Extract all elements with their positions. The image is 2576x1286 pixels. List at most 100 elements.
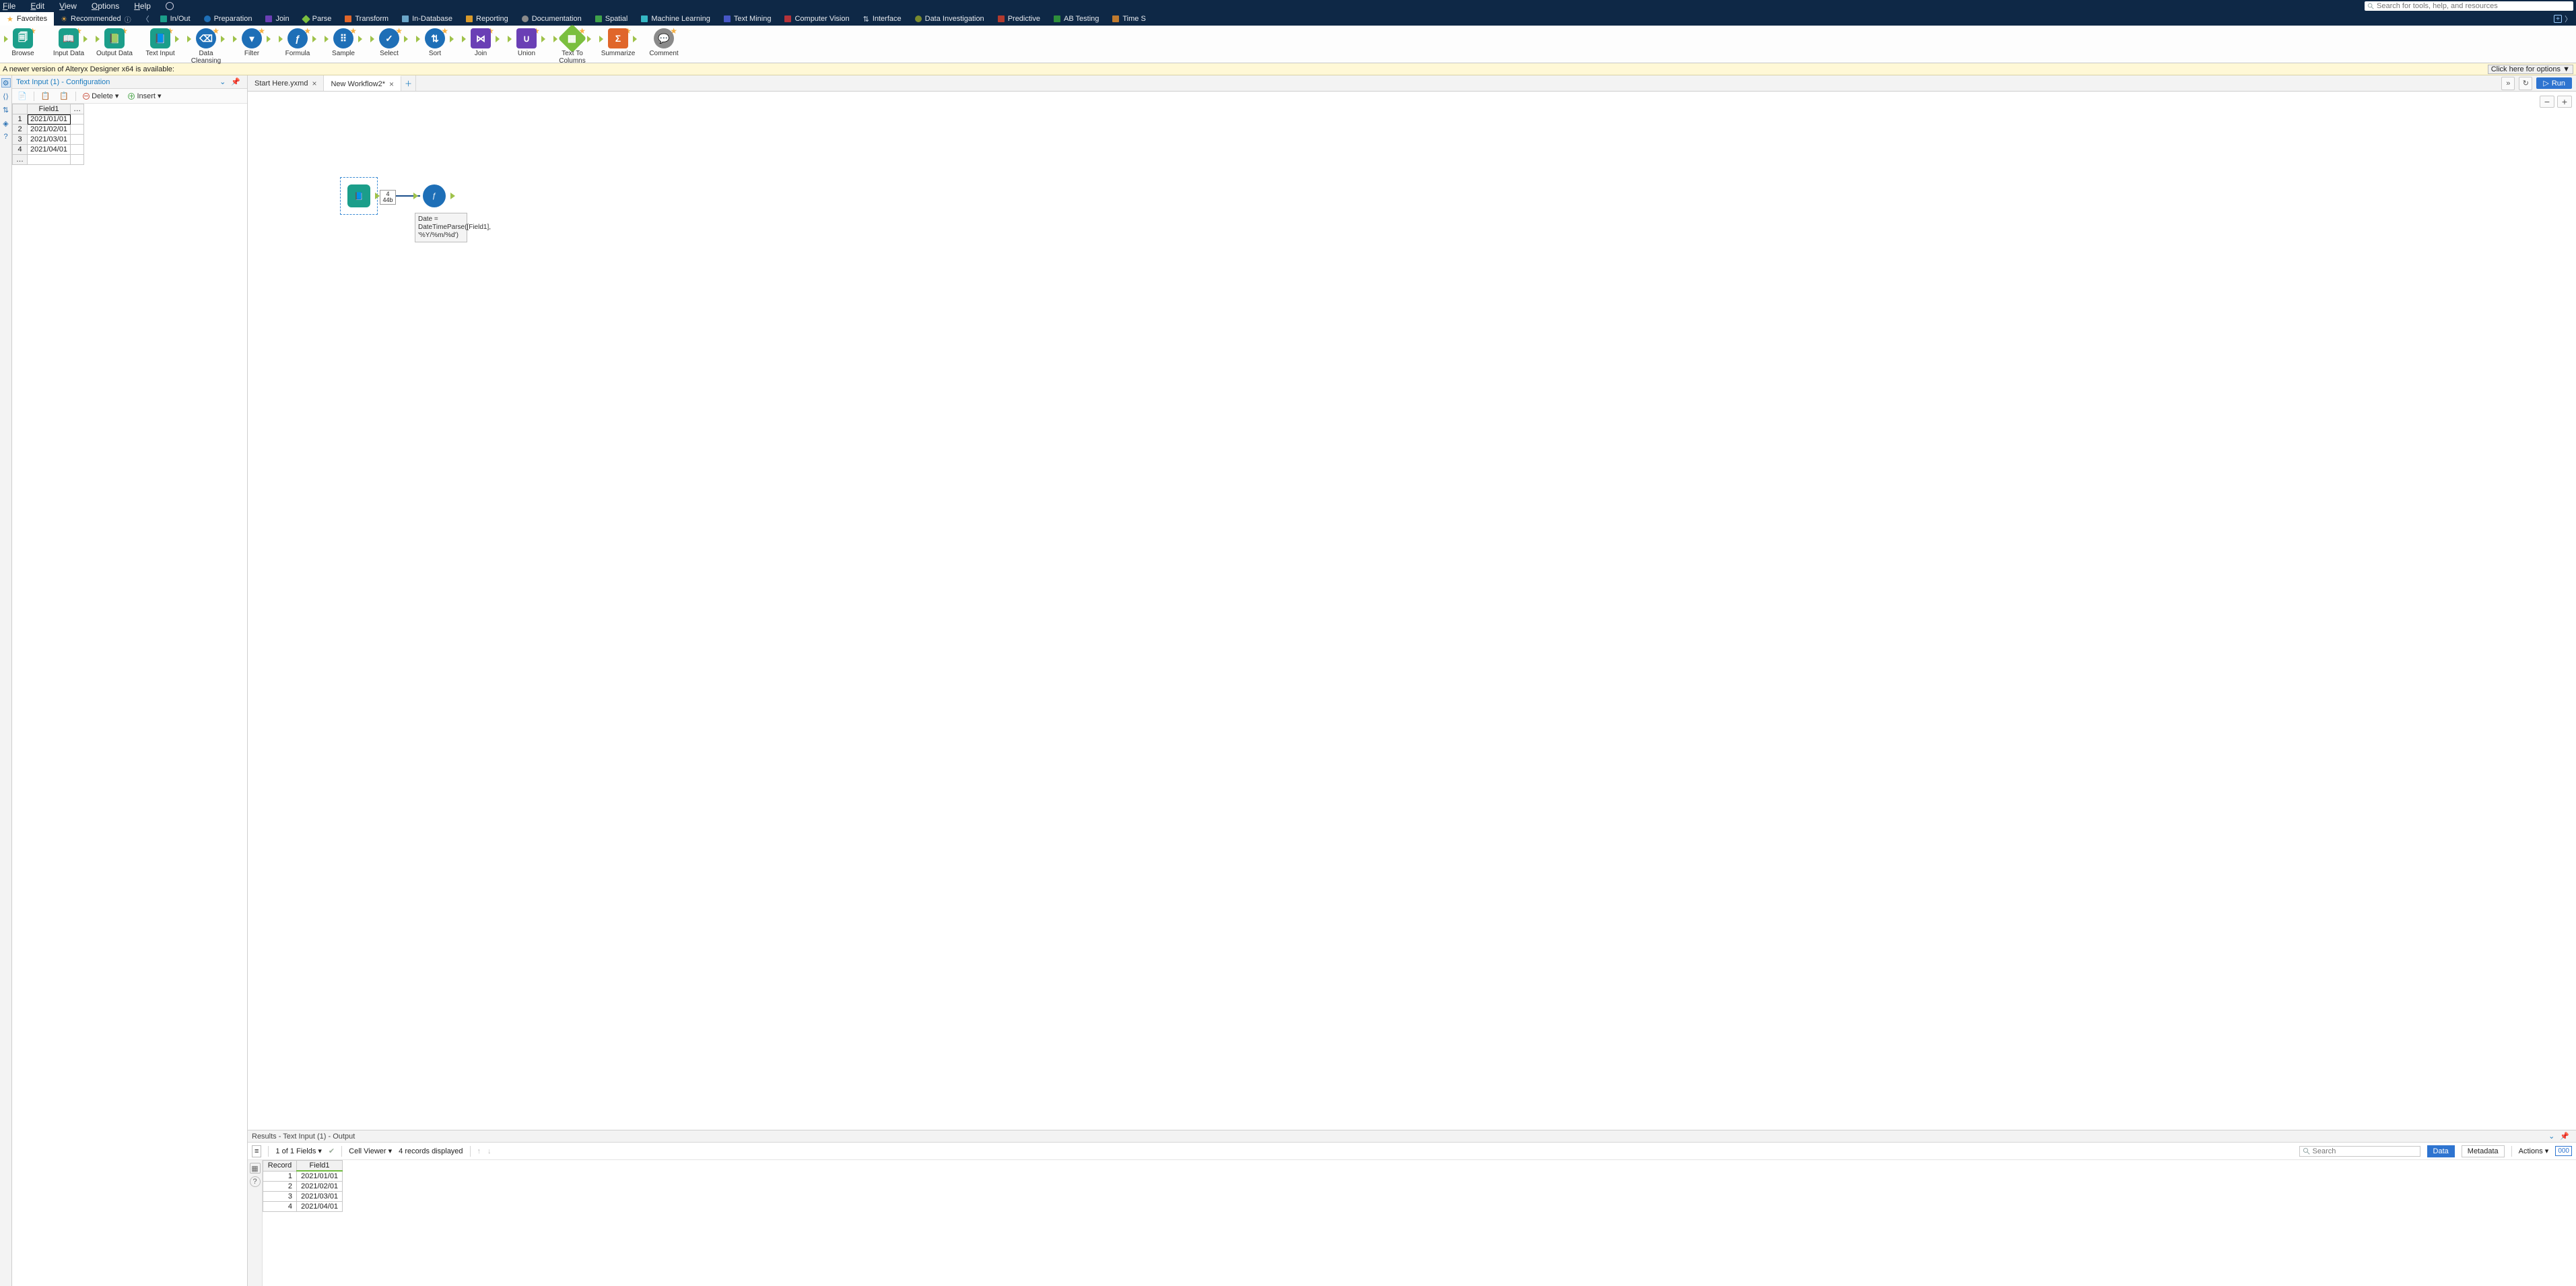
col-field1[interactable]: Field1 <box>297 1161 343 1172</box>
global-search[interactable] <box>2365 1 2573 11</box>
tool-filter[interactable]: ★ ▾ Filter <box>232 28 272 57</box>
cat-indatabase[interactable]: In-Database <box>395 12 459 26</box>
results-search[interactable] <box>2299 1146 2420 1157</box>
add-category[interactable]: + 〉 <box>2550 12 2576 26</box>
cat-reporting[interactable]: Reporting <box>459 12 515 26</box>
metadata-tab[interactable]: Metadata <box>2462 1145 2505 1157</box>
tool-select[interactable]: ★ ✓ Select <box>369 28 409 57</box>
close-icon[interactable]: × <box>389 79 394 89</box>
actions-dropdown[interactable]: Actions ▾ <box>2519 1147 2549 1155</box>
cat-textmining[interactable]: Text Mining <box>717 12 778 26</box>
cat-documentation[interactable]: Documentation <box>515 12 588 26</box>
insert-button[interactable]: Insert ▾ <box>125 91 164 101</box>
new-tab-button[interactable]: ＋ <box>401 75 416 91</box>
hamburger-icon[interactable]: ≡ <box>252 1145 261 1157</box>
tab-start-here[interactable]: Start Here.yxmd × <box>248 75 324 91</box>
arrow-up-icon[interactable]: ↑ <box>477 1147 481 1155</box>
anchor-out-icon[interactable] <box>375 193 380 199</box>
tool-textinput[interactable]: ★ 📘 Text Input <box>140 28 180 57</box>
cat-predictive[interactable]: Predictive <box>991 12 1047 26</box>
col-header-field1[interactable]: Field1 <box>28 104 71 114</box>
tool-inputdata[interactable]: ★ 📖 Input Data <box>48 28 89 57</box>
cat-transform[interactable]: Transform <box>338 12 395 26</box>
pin-icon[interactable]: 📌 <box>228 77 243 86</box>
cell-r3[interactable]: 2021/03/01 <box>28 135 71 145</box>
cell-r2[interactable]: 2021/02/01 <box>28 125 71 135</box>
menu-options[interactable]: Options <box>92 1 119 11</box>
history-button[interactable]: ↻ <box>2519 77 2532 90</box>
zoom-in-button[interactable]: + <box>2557 96 2572 108</box>
gear-icon[interactable]: ⚙ <box>1 78 11 88</box>
cat-join[interactable]: Join <box>259 12 296 26</box>
check-icon[interactable]: ✔ <box>329 1147 335 1155</box>
menu-view[interactable]: View <box>59 1 77 11</box>
delete-button[interactable]: Delete ▾ <box>80 91 121 101</box>
cat-cv[interactable]: Computer Vision <box>778 12 856 26</box>
cell-r1[interactable]: 2021/01/01 <box>28 114 71 125</box>
cat-ab[interactable]: AB Testing <box>1047 12 1106 26</box>
page-number-box[interactable]: 000 <box>2555 1146 2572 1156</box>
paste-button[interactable]: 📋 <box>57 91 71 101</box>
global-search-input[interactable] <box>2377 2 2571 10</box>
close-icon[interactable]: × <box>312 79 316 88</box>
help-icon[interactable]: ? <box>1 132 11 141</box>
help-icon[interactable]: ? <box>250 1176 261 1187</box>
cat-time[interactable]: Time S <box>1106 12 1152 26</box>
pin-icon[interactable]: 📌 <box>2557 1132 2572 1141</box>
chevrons-icon[interactable]: ⇅ <box>1 105 11 114</box>
banner-options-button[interactable]: Click here for options ▼ <box>2488 65 2573 74</box>
rescell-r2[interactable]: 2021/02/01 <box>297 1182 343 1192</box>
canvas[interactable]: − + 📘 4 44b ƒ Date = DateTimeP <box>248 92 2576 1130</box>
tool-formula[interactable]: ★ ƒ Formula <box>277 28 318 57</box>
chevron-down-icon[interactable]: ⌄ <box>217 77 228 86</box>
tool-texttocolumns[interactable]: ★ ▦ Text To Columns <box>552 28 592 65</box>
cell-empty[interactable] <box>28 155 71 165</box>
rescell-r3[interactable]: 2021/03/01 <box>297 1192 343 1202</box>
results-search-input[interactable] <box>2313 1147 2417 1155</box>
cat-spatial[interactable]: Spatial <box>588 12 635 26</box>
cat-parse[interactable]: Parse <box>296 12 339 26</box>
overflow-button[interactable]: » <box>2501 77 2515 90</box>
config-grid[interactable]: Field1 … 12021/01/01 22021/02/01 32021/0… <box>12 104 247 165</box>
cat-ml[interactable]: Machine Learning <box>634 12 716 26</box>
cell-r4[interactable]: 2021/04/01 <box>28 145 71 155</box>
node-formula[interactable]: ƒ <box>417 179 451 213</box>
cat-interface[interactable]: ⇅Interface <box>856 12 908 26</box>
anchor-out-icon[interactable] <box>450 193 455 199</box>
cat-inout[interactable]: In/Out <box>154 12 197 26</box>
cat-recommended[interactable]: ☀ Recommended ⓘ <box>54 12 137 26</box>
cat-di[interactable]: Data Investigation <box>908 12 991 26</box>
rescell-r4[interactable]: 2021/04/01 <box>297 1202 343 1212</box>
copy-button[interactable]: 📋 <box>38 91 53 101</box>
results-table[interactable]: Record Field1 12021/01/01 22021/02/01 32… <box>263 1160 343 1286</box>
run-button[interactable]: ▷ Run <box>2536 77 2572 89</box>
menu-file[interactable]: File <box>3 1 15 11</box>
tool-join[interactable]: ★ ⋈ Join <box>461 28 501 57</box>
tab-new-workflow2[interactable]: New Workflow2* × <box>324 75 401 91</box>
menu-help[interactable]: Help <box>134 1 151 11</box>
chevron-down-icon[interactable]: ⌄ <box>2546 1132 2557 1141</box>
tool-datacleansing[interactable]: ★ ⌫ Data Cleansing <box>186 28 226 65</box>
arrow-down-icon[interactable]: ↓ <box>487 1147 492 1155</box>
tool-browse[interactable]: ★ 🗐 Browse <box>3 28 43 57</box>
tool-sample[interactable]: ★ ⠿ Sample <box>323 28 364 57</box>
field-count-dropdown[interactable]: 1 of 1 Fields ▾ <box>275 1147 322 1155</box>
import-button[interactable]: 📄 <box>15 91 30 101</box>
tool-summarize[interactable]: ★ Σ Summarize <box>598 28 638 57</box>
menu-edit[interactable]: Edit <box>30 1 44 11</box>
cat-preparation[interactable]: Preparation <box>197 12 259 26</box>
chevron-left-icon[interactable]: 〈 <box>138 12 154 26</box>
col-record[interactable]: Record <box>263 1161 297 1172</box>
tool-sort[interactable]: ★ ⇅ Sort <box>415 28 455 57</box>
rescell-r1[interactable]: 2021/01/01 <box>297 1171 343 1182</box>
chevron-right-icon[interactable]: 〉 <box>2565 13 2572 24</box>
data-tab[interactable]: Data <box>2427 1145 2455 1157</box>
globe-icon[interactable] <box>166 2 174 10</box>
tool-comment[interactable]: ★ 💬 Comment <box>644 28 684 57</box>
zoom-out-button[interactable]: − <box>2540 96 2554 108</box>
cell-viewer-dropdown[interactable]: Cell Viewer ▾ <box>349 1147 392 1155</box>
grid-icon[interactable]: ▦ <box>250 1163 261 1174</box>
tag-icon[interactable]: ◈ <box>1 119 11 128</box>
tool-outputdata[interactable]: ★ 📗 Output Data <box>94 28 135 57</box>
anchor-in-icon[interactable] <box>413 193 418 199</box>
